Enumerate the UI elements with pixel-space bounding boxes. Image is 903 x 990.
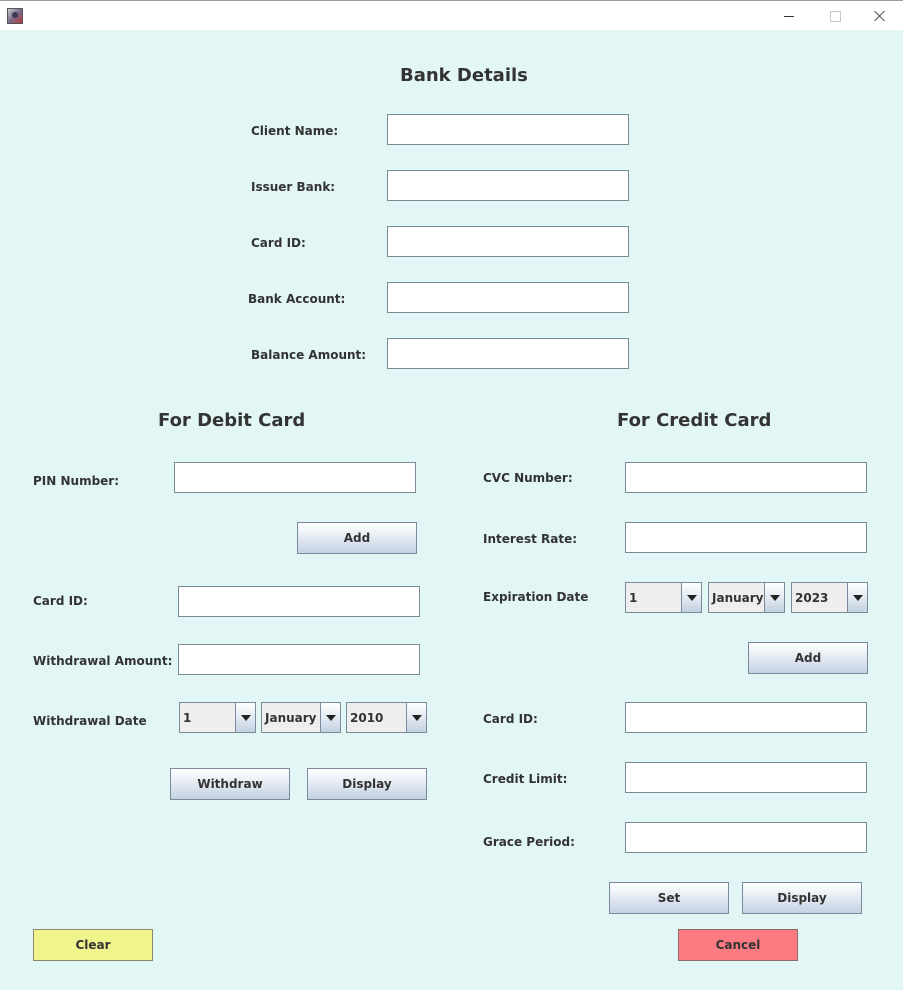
debit-card-id-field[interactable] [178,586,420,617]
issuer-bank-label: Issuer Bank: [251,180,336,194]
grace-period-label: Grace Period: [483,835,575,849]
page-title: Bank Details [400,65,528,86]
close-icon [874,10,886,22]
chevron-down-icon[interactable] [764,583,784,612]
expiration-day-select[interactable]: 1 [625,582,702,613]
credit-limit-field[interactable] [625,762,867,793]
bank-account-field[interactable] [387,282,629,313]
debit-display-button[interactable]: Display [307,768,427,800]
expiration-year-value: 2023 [795,591,829,605]
balance-amount-label: Balance Amount: [251,348,367,362]
chevron-down-icon[interactable] [681,583,701,612]
withdrawal-amount-label: Withdrawal Amount: [33,654,173,668]
close-button[interactable] [857,1,903,31]
issuer-bank-field[interactable] [387,170,629,201]
debit-card-id-label: Card ID: [33,594,88,608]
withdrawal-month-value: January [265,711,317,725]
withdrawal-day-select[interactable]: 1 [179,702,256,733]
maximize-icon [829,10,841,22]
client-name-label: Client Name: [251,124,339,138]
withdrawal-month-select[interactable]: January [261,702,341,733]
withdrawal-day-value: 1 [183,711,192,725]
bank-account-label: Bank Account: [248,292,346,306]
title-bar [0,0,903,30]
credit-limit-label: Credit Limit: [483,772,568,786]
minimize-icon [784,15,794,17]
balance-amount-field[interactable] [387,338,629,369]
credit-add-button[interactable]: Add [748,642,868,674]
debit-add-button[interactable]: Add [297,522,417,554]
chevron-down-icon[interactable] [235,703,255,732]
clear-button[interactable]: Clear [33,929,153,961]
set-button[interactable]: Set [609,882,729,914]
debit-card-heading: For Debit Card [158,410,306,431]
client-name-field[interactable] [387,114,629,145]
credit-display-button[interactable]: Display [742,882,862,914]
minimize-button[interactable] [766,1,812,31]
interest-rate-label: Interest Rate: [483,532,578,546]
grace-period-field[interactable] [625,822,867,853]
expiration-year-select[interactable]: 2023 [791,582,868,613]
chevron-down-icon[interactable] [320,703,340,732]
cancel-button[interactable]: Cancel [678,929,798,961]
credit-card-heading: For Credit Card [617,410,772,431]
maximize-button[interactable] [812,1,858,31]
cvc-number-field[interactable] [625,462,867,493]
expiration-date-label: Expiration Date [483,590,589,604]
expiration-day-value: 1 [629,591,638,605]
withdrawal-year-value: 2010 [350,711,384,725]
cvc-number-label: CVC Number: [483,471,573,485]
pin-number-field[interactable] [174,462,416,493]
interest-rate-field[interactable] [625,522,867,553]
withdrawal-date-label: Withdrawal Date [33,714,147,728]
app-icon [7,8,23,24]
card-id-field[interactable] [387,226,629,257]
withdrawal-amount-field[interactable] [178,644,420,675]
pin-number-label: PIN Number: [33,474,120,488]
credit-card-id-label: Card ID: [483,712,538,726]
chevron-down-icon[interactable] [847,583,867,612]
credit-card-id-field[interactable] [625,702,867,733]
chevron-down-icon[interactable] [406,703,426,732]
withdrawal-year-select[interactable]: 2010 [346,702,427,733]
card-id-label: Card ID: [251,236,306,250]
expiration-month-select[interactable]: January [708,582,785,613]
expiration-month-value: January [712,591,764,605]
withdraw-button[interactable]: Withdraw [170,768,290,800]
